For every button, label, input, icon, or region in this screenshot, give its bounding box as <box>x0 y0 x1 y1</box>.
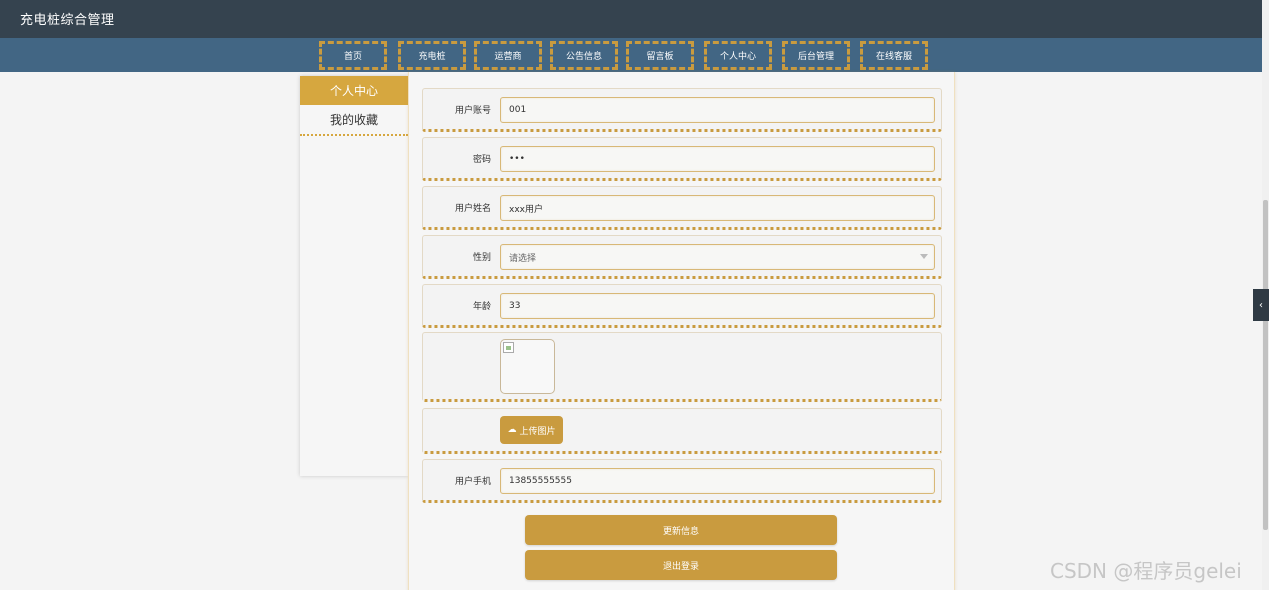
nav-charging-piles[interactable]: 充电桩 <box>398 41 466 70</box>
gender-select-placeholder: 请选择 <box>509 253 537 264</box>
nav-home[interactable]: 首页 <box>319 41 387 70</box>
watermark: CSDN @程序员gelei <box>1050 559 1242 583</box>
top-header: 充电桩综合管理 <box>0 0 1262 38</box>
form-row-name: 用户姓名 xxx用户 <box>422 186 942 230</box>
phone-label: 用户手机 <box>454 476 491 487</box>
account-input[interactable]: 001 <box>500 97 935 123</box>
app-title: 充电桩综合管理 <box>20 13 115 28</box>
broken-image-icon <box>503 342 514 353</box>
sidebar-item-favorites[interactable]: 我的收藏 <box>300 105 408 136</box>
upload-button-label: 上传图片 <box>519 426 556 437</box>
nav-personal-center[interactable]: 个人中心 <box>704 41 772 70</box>
age-label: 年龄 <box>472 301 491 312</box>
nav-online-service[interactable]: 在线客服 <box>860 41 928 70</box>
nav-admin[interactable]: 后台管理 <box>782 41 850 70</box>
sidebar: 个人中心 我的收藏 <box>300 76 408 476</box>
name-input[interactable]: xxx用户 <box>500 195 935 221</box>
form-row-avatar-preview <box>422 332 942 402</box>
form-row-upload: ☁ 上传图片 <box>422 408 942 454</box>
cloud-upload-icon: ☁ <box>507 425 517 435</box>
profile-form-panel: 用户账号 001 密码 ••• 用户姓名 xxx用户 性别 请选择 年龄 33 … <box>408 72 955 590</box>
form-row-password: 密码 ••• <box>422 137 942 181</box>
scrollbar-thumb[interactable] <box>1263 200 1268 530</box>
avatar-image-preview <box>500 339 555 394</box>
password-label: 密码 <box>472 154 491 165</box>
nav-message-board[interactable]: 留言板 <box>626 41 694 70</box>
age-input[interactable]: 33 <box>500 293 935 319</box>
form-row-age: 年龄 33 <box>422 284 942 328</box>
sidebar-item-personal-center[interactable]: 个人中心 <box>300 76 408 105</box>
main-nav: 首页 充电桩 运营商 公告信息 留言板 个人中心 后台管理 在线客服 <box>0 38 1262 72</box>
form-row-gender: 性别 请选择 <box>422 235 942 279</box>
update-info-button[interactable]: 更新信息 <box>525 515 837 545</box>
nav-announcements[interactable]: 公告信息 <box>550 41 618 70</box>
chevron-left-icon[interactable]: ‹ <box>1253 289 1269 321</box>
upload-image-button[interactable]: ☁ 上传图片 <box>500 416 563 444</box>
gender-select[interactable]: 请选择 <box>500 244 935 270</box>
account-label: 用户账号 <box>454 105 491 116</box>
chevron-down-icon <box>920 254 928 259</box>
logout-button[interactable]: 退出登录 <box>525 550 837 580</box>
form-row-account: 用户账号 001 <box>422 88 942 132</box>
nav-operators[interactable]: 运营商 <box>474 41 542 70</box>
password-input[interactable]: ••• <box>500 146 935 172</box>
name-label: 用户姓名 <box>454 203 491 214</box>
phone-input[interactable]: 13855555555 <box>500 468 935 494</box>
form-row-phone: 用户手机 13855555555 <box>422 459 942 503</box>
gender-label: 性别 <box>472 252 491 263</box>
